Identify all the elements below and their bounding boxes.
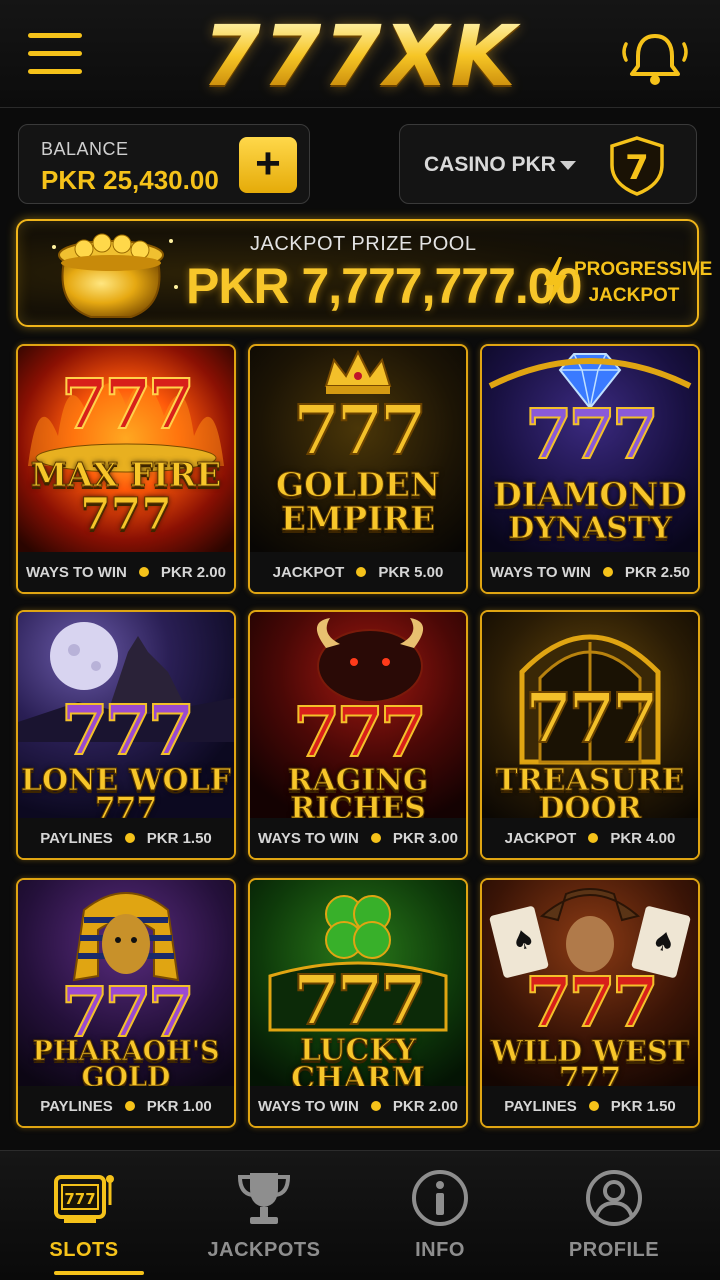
trophy-icon [237,1173,291,1224]
game-type: WAYS TO WIN [26,563,127,581]
progressive-jackpot-tag: PROGRESSIVE JACKPOT [574,257,713,309]
badge-seven: 7 [625,148,649,188]
balance-value: PKR 25,430.00 [41,165,219,195]
game-bet: PKR 1.00 [146,1097,212,1115]
card-sevens: 777 [292,961,428,1041]
jackpot-banner[interactable]: JACKPOT PRIZE POOL PKR 7,777,777.00 PROG… [16,219,713,327]
game-bet: PKR 1.50 [146,829,212,847]
nav-slots-label: SLOTS [49,1239,119,1261]
gold-pot-icon [52,233,178,318]
nav-jackpots-label: JACKPOTS [207,1239,321,1261]
game-bet: PKR 2.00 [160,563,226,581]
casino-selector-label: CASINO PKR [424,153,556,176]
game-title-line1: MAX FIRE [30,455,222,494]
separator-dot [602,567,613,577]
separator-dot [588,1101,599,1111]
game-title-line2: EMPIRE [280,499,436,538]
game-bet: PKR 4.00 [610,829,676,847]
game-card-footer: WAYS TO WIN PKR 2.00 [250,1086,466,1126]
card-sevens: 777 [292,693,428,773]
game-bet: PKR 5.00 [378,563,444,581]
game-card-footer: JACKPOT PKR 5.00 [250,552,466,592]
progressive-tag-line1: PROGRESSIVE [574,259,713,280]
game-title-line1: DIAMOND [493,475,688,514]
game-type: WAYS TO WIN [258,1097,359,1115]
separator-dot [588,833,599,843]
lightning-bolt-icon [544,257,567,305]
nav-profile-label: PROFILE [568,1239,660,1261]
game-type: WAYS TO WIN [258,829,359,847]
slot-machine-icon: 777 [54,1175,114,1223]
casino-currency-selector[interactable]: CASINO PKR 7 [399,124,697,204]
game-card-lone-wolf-777[interactable]: 777 LONE WOLF 777 PAYLINES PKR 1.50 [16,610,236,860]
game-type: WAYS TO WIN [490,563,591,581]
nav-info[interactable]: INFO [370,1163,510,1273]
card-sevens: 777 [60,365,196,445]
app-logo: 777XK [0,8,720,104]
game-card-footer: WAYS TO WIN PKR 2.50 [482,552,698,592]
profile-icon [586,1170,642,1226]
game-card-max-fire-777[interactable]: 777 MAX FIRE 777 WAYS TO WIN PKR 2.00 [16,344,236,594]
game-bet: PKR 1.50 [610,1097,676,1115]
progressive-tag-line2: JACKPOT [588,285,680,306]
game-type: JACKPOT [272,563,345,581]
balance-label: BALANCE [41,139,129,159]
card-sevens: 777 [524,395,660,475]
jackpot-value: PKR 7,777,777.00 [186,258,582,314]
card-sevens: 777 [524,963,660,1043]
game-bet: PKR 2.50 [624,563,690,581]
game-card-diamond-dynasty[interactable]: 777 DIAMOND DYNASTY WAYS TO WIN PKR 2.50 [480,344,700,594]
game-type: PAYLINES [504,1097,577,1115]
nav-profile[interactable]: PROFILE [544,1163,684,1273]
game-type: JACKPOT [504,829,577,847]
game-card-footer: PAYLINES PKR 1.00 [18,1086,234,1126]
game-title-line2: DYNASTY [508,511,673,546]
active-tab-indicator [54,1271,144,1275]
bottom-navigation: 777 SLOTS JACKPOTS INFO PROFILE [0,1150,720,1280]
jackpot-label: JACKPOT PRIZE POOL [250,233,477,255]
game-card-footer: JACKPOT PKR 4.00 [482,818,698,858]
seven-shield-badge-icon: 7 [610,136,664,196]
game-bet: PKR 2.00 [392,1097,458,1115]
nav-info-label: INFO [415,1239,465,1261]
game-type: PAYLINES [40,1097,113,1115]
nav-slots[interactable]: 777 SLOTS [14,1163,154,1275]
game-card-footer: PAYLINES PKR 1.50 [18,818,234,858]
game-card-footer: PAYLINES PKR 1.50 [482,1086,698,1126]
game-bet: PKR 3.00 [392,829,458,847]
game-type: PAYLINES [40,829,113,847]
card-sevens: 777 [524,679,660,759]
separator-dot [138,567,149,577]
game-card-golden-empire[interactable]: 777 GOLDEN EMPIRE JACKPOT PKR 5.00 [248,344,468,594]
app-header: 777XK [0,0,720,108]
card-sevens: 777 [292,391,428,471]
game-title-line2: 777 [80,489,173,540]
game-title-line1: GOLDEN [275,465,441,504]
bell-icon[interactable] [616,30,694,88]
game-card-treasure-door[interactable]: 777 TREASURE DOOR JACKPOT PKR 4.00 [480,610,700,860]
separator-dot [370,833,381,843]
game-card-footer: WAYS TO WIN PKR 2.00 [18,552,234,592]
add-funds-button[interactable]: + [239,137,297,193]
slot-machine-reel-text: 777 [64,1190,95,1208]
separator-dot [370,1101,381,1111]
separator-dot [124,1101,135,1111]
game-card-raging-riches[interactable]: 777 RAGING RICHES WAYS TO WIN PKR 3.00 [248,610,468,860]
chevron-down-icon [560,161,576,170]
separator-dot [356,567,367,577]
separator-dot [124,833,135,843]
game-card-pharaohs-gold[interactable]: 777 PHARAOH'S GOLD PAYLINES PKR 1.00 [16,878,236,1128]
nav-jackpots[interactable]: JACKPOTS [194,1163,334,1273]
game-card-footer: WAYS TO WIN PKR 3.00 [250,818,466,858]
slot-games-grid: 777 MAX FIRE 777 WAYS TO WIN PKR 2.00 777… [16,344,700,1134]
game-card-wild-west-777[interactable]: ♠ ♠ 777 WILD WEST 777 PAYLINES PKR 1.50 [480,878,700,1128]
game-card-lucky-charm[interactable]: 777 LUCKY CHARM WAYS TO WIN PKR 2.00 [248,878,468,1128]
info-icon [412,1170,468,1226]
card-sevens: 777 [60,691,196,771]
balance-card: BALANCE PKR 25,430.00 + [18,124,310,204]
